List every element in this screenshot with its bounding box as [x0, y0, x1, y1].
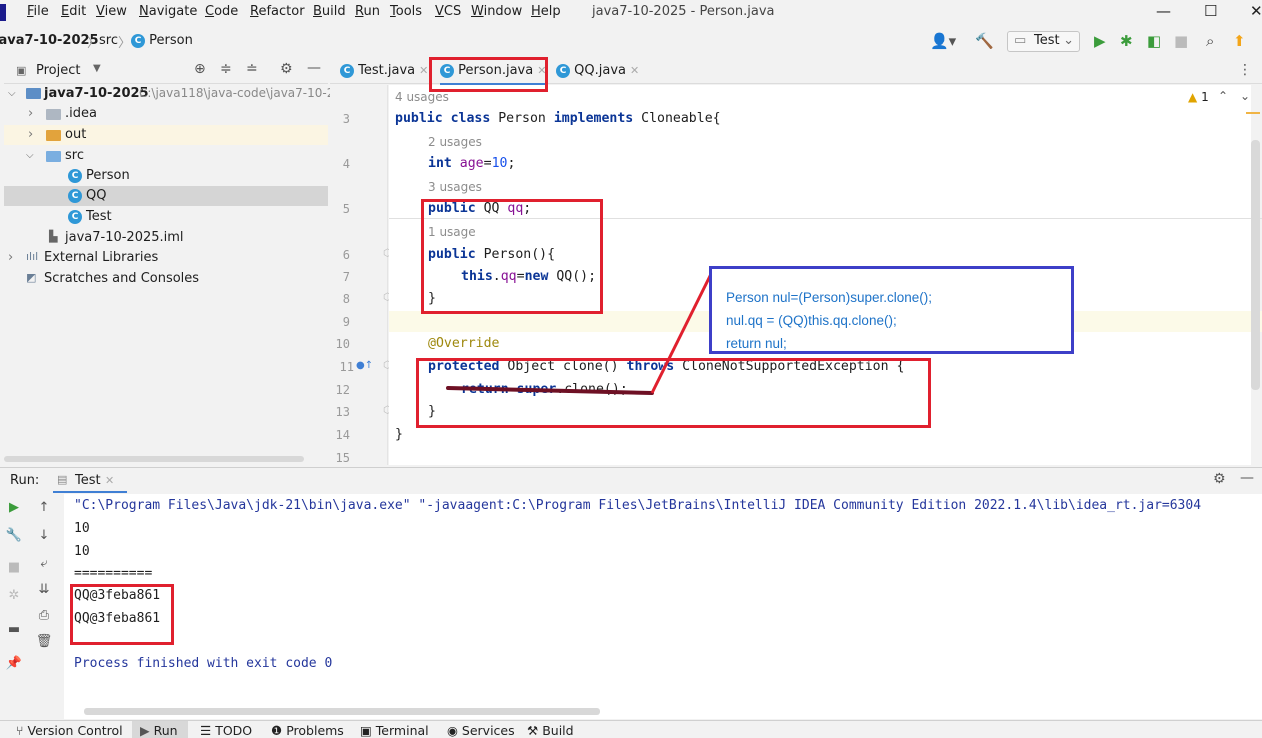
annotation-strokes	[446, 271, 714, 395]
annotation-arrow-line	[650, 271, 714, 394]
note-line: Person nul=(Person)super.clone();	[726, 290, 932, 305]
note-line: return nul;	[726, 336, 787, 351]
note-line: nul.qq = (QQ)this.qq.clone();	[726, 313, 897, 328]
strikethrough-stroke	[446, 386, 654, 395]
